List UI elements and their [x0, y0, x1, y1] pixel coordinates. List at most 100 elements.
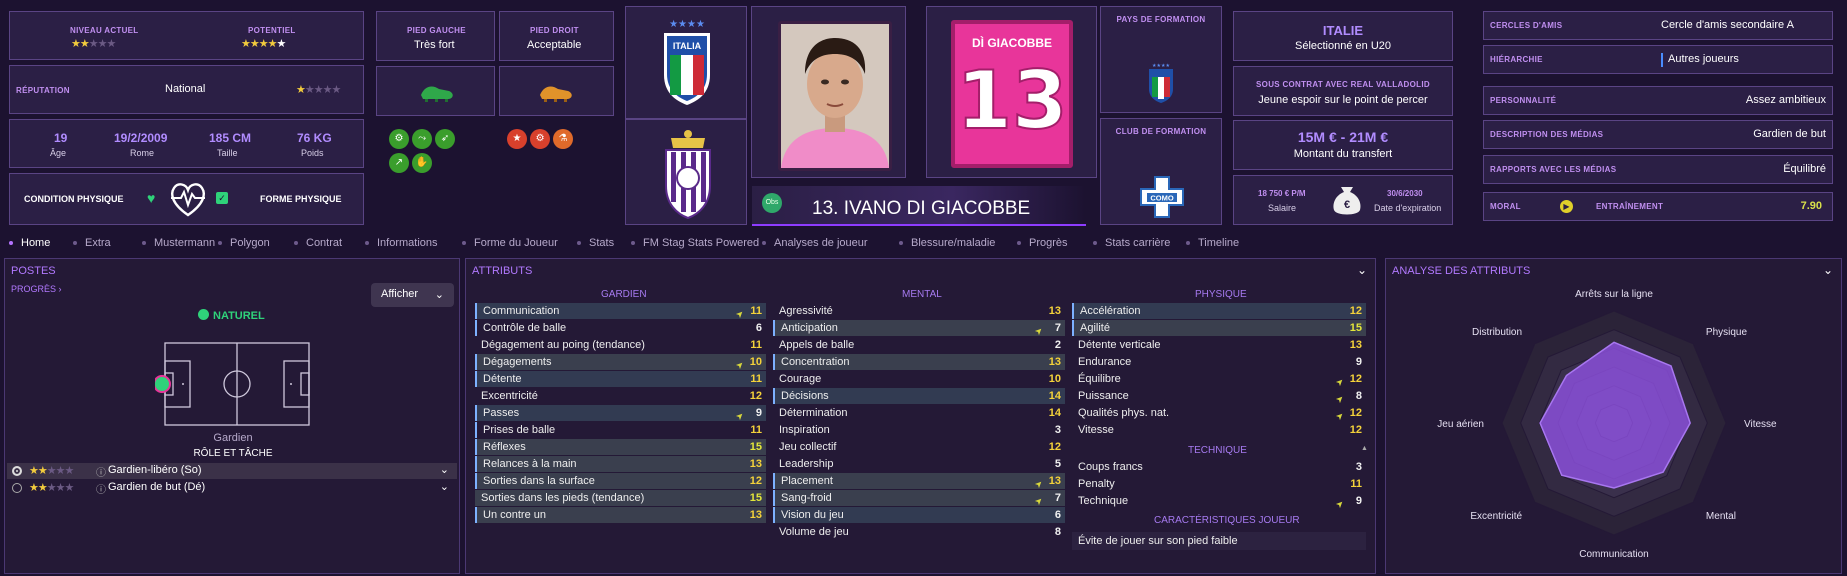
progress-link[interactable]: PROGRÈS ›: [11, 284, 62, 294]
attribute-row[interactable]: Puissance ➤ 8: [1072, 388, 1366, 405]
role-row[interactable]: ★★★★★ ⓘ Gardien-libéro (So) ⌄: [7, 463, 457, 479]
role-row[interactable]: ★★★★★ ⓘ Gardien de but (Dé) ⌄: [7, 480, 457, 496]
attribute-row[interactable]: Réflexes 15: [475, 439, 766, 455]
svg-text:€: €: [1344, 199, 1350, 211]
attribute-row[interactable]: Vitesse 12: [1072, 422, 1366, 438]
nation-value: ITALIE: [1322, 23, 1364, 38]
attribute-row[interactable]: Agressivité 13: [773, 303, 1065, 319]
attribute-row[interactable]: Coups francs 3: [1072, 459, 1366, 475]
attribute-value: 11: [750, 305, 762, 317]
radio-icon[interactable]: [12, 483, 22, 493]
trait-icon-2[interactable]: ⤳: [412, 129, 433, 149]
attribute-name: Anticipation: [781, 322, 838, 334]
trait-text: Évite de jouer sur son pied faible: [1078, 535, 1238, 547]
attribute-row[interactable]: Agilité 15: [1072, 320, 1366, 336]
trait-icon-4[interactable]: ↗: [389, 153, 409, 173]
tab-stats[interactable]: Stats: [577, 237, 614, 249]
attribute-row[interactable]: Appels de balle 2: [773, 337, 1065, 353]
tab-dot-icon: [899, 241, 903, 246]
position-name: Gardien: [213, 432, 253, 444]
tab-polygon[interactable]: Polygon: [218, 237, 270, 249]
attribute-row[interactable]: Inspiration 3: [773, 422, 1065, 438]
attribute-row[interactable]: Relances à la main 13: [475, 456, 766, 472]
info-icon[interactable]: ⓘ: [96, 481, 106, 496]
trait-icon-5[interactable]: ✋: [412, 153, 433, 173]
attribute-row[interactable]: Excentricité 12: [475, 388, 766, 404]
info-icon[interactable]: ⓘ: [96, 464, 106, 479]
contract-caption: SOUS CONTRAT AVEC REAL VALLADOLID: [1256, 80, 1430, 89]
friends-value: Cercle d'amis secondaire A: [1661, 19, 1794, 31]
attribute-row[interactable]: Un contre un 13: [475, 507, 766, 523]
tab-stats-carri-re[interactable]: Stats carrière: [1093, 237, 1170, 249]
radar-axis-label: Arrêts sur la ligne: [1575, 289, 1653, 300]
attribute-row[interactable]: Contrôle de balle 6: [475, 320, 766, 336]
attribute-row[interactable]: Décisions 14: [773, 388, 1065, 404]
expiry-label: Date d'expiration: [1374, 203, 1442, 213]
attribute-row[interactable]: Qualités phys. nat. ➤ 12: [1072, 405, 1366, 422]
tab-dot-icon: [294, 241, 298, 246]
tab-forme-du-joueur[interactable]: Forme du Joueur: [462, 237, 558, 249]
attribute-value: 9: [1355, 495, 1362, 507]
italy-small-crest-icon: ★★★★: [1148, 63, 1174, 106]
attribute-row[interactable]: Sorties dans les pieds (tendance) 15: [475, 490, 766, 506]
attribute-row[interactable]: Courage 10: [773, 371, 1065, 387]
wage-value: 18 750 € P/M: [1258, 189, 1306, 198]
trait-icon-6[interactable]: ★: [507, 129, 527, 149]
trait-badges-2: ↗ ✋: [389, 153, 433, 173]
condition-card: CONDITION PHYSIQUE ♥ ✓ FORME PHYSIQUE: [9, 173, 364, 225]
tab-mustermann[interactable]: Mustermann: [142, 237, 215, 249]
trait-icon-1[interactable]: ⚙: [389, 129, 409, 149]
attribute-row[interactable]: Anticipation ➤ 7: [773, 320, 1065, 337]
tab-fm-stag-stats-powered[interactable]: FM Stag Stats Powered: [631, 237, 759, 249]
attribute-row[interactable]: Concentration 13: [773, 354, 1065, 370]
attribute-row[interactable]: Endurance 9: [1072, 354, 1366, 370]
current-level-caption: NIVEAU ACTUEL: [70, 26, 139, 35]
tab-timeline[interactable]: Timeline: [1186, 237, 1239, 249]
attribute-name: Contrôle de balle: [483, 322, 567, 334]
player-portrait: [778, 21, 892, 171]
trait-icon-3[interactable]: ➶: [435, 129, 456, 149]
attribute-row[interactable]: Détente 11: [475, 371, 766, 387]
trait-icon-7[interactable]: ⚙: [530, 129, 551, 149]
trait-icon-8[interactable]: ⚗: [553, 129, 574, 149]
show-button[interactable]: Afficher ⌄: [371, 283, 454, 307]
attribute-row[interactable]: Sorties dans la surface 12: [475, 473, 766, 489]
chevron-down-icon[interactable]: ⌄: [440, 480, 449, 493]
tab-informations[interactable]: Informations: [365, 237, 438, 249]
tab-extra[interactable]: Extra: [73, 237, 111, 249]
chevron-down-icon[interactable]: ⌄: [1357, 263, 1367, 277]
tab-progr-s[interactable]: Progrès: [1017, 237, 1068, 249]
form-label: FORME PHYSIQUE: [260, 194, 342, 204]
attribute-row[interactable]: Dégagement au poing (tendance) 11: [475, 337, 766, 353]
attribute-row[interactable]: Accélération 12: [1072, 303, 1366, 319]
attribute-name: Vision du jeu: [781, 509, 844, 521]
reputation-stars: ★★★★★: [296, 84, 341, 96]
tab-analyses-de-joueur[interactable]: Analyses de joueur: [762, 237, 868, 249]
tab-blessure-maladie[interactable]: Blessure/maladie: [899, 237, 995, 249]
attribute-row[interactable]: Sang-froid ➤ 7: [773, 490, 1065, 507]
tab-home[interactable]: Home: [9, 237, 50, 249]
attribute-row[interactable]: Technique ➤ 9: [1072, 493, 1366, 510]
attribute-row[interactable]: Dégagements ➤ 10: [475, 354, 766, 371]
attribute-row[interactable]: Placement ➤ 13: [773, 473, 1065, 490]
attribute-row[interactable]: Équilibre ➤ 12: [1072, 371, 1366, 388]
attribute-row[interactable]: Volume de jeu 8: [773, 524, 1065, 540]
attribute-row[interactable]: Passes ➤ 9: [475, 405, 766, 422]
attribute-row[interactable]: Prises de balle 11: [475, 422, 766, 438]
attributes-panel: ATTRIBUTS ⌄ GARDIEN MENTAL PHYSIQUE TECH…: [465, 258, 1376, 574]
attribute-row[interactable]: Penalty 11: [1072, 476, 1366, 492]
attribute-row[interactable]: Vision du jeu 6: [773, 507, 1065, 523]
collapse-icon[interactable]: ▲: [1361, 445, 1368, 452]
tab-contrat[interactable]: Contrat: [294, 237, 342, 249]
nation-card: ITALIE Sélectionné en U20: [1233, 11, 1453, 61]
chevron-down-icon[interactable]: ⌄: [440, 463, 449, 476]
obs-badge[interactable]: Obs: [762, 193, 782, 213]
radio-selected-icon[interactable]: [12, 466, 22, 476]
attribute-row[interactable]: Jeu collectif 12: [773, 439, 1065, 455]
attribute-row[interactable]: Détermination 14: [773, 405, 1065, 421]
radar-axis-label: Vitesse: [1744, 419, 1777, 430]
personality-caption: PERSONNALITÉ: [1490, 96, 1557, 105]
attribute-row[interactable]: Leadership 5: [773, 456, 1065, 472]
attribute-row[interactable]: Détente verticale 13: [1072, 337, 1366, 353]
attribute-row[interactable]: Communication ➤ 11: [475, 303, 766, 320]
